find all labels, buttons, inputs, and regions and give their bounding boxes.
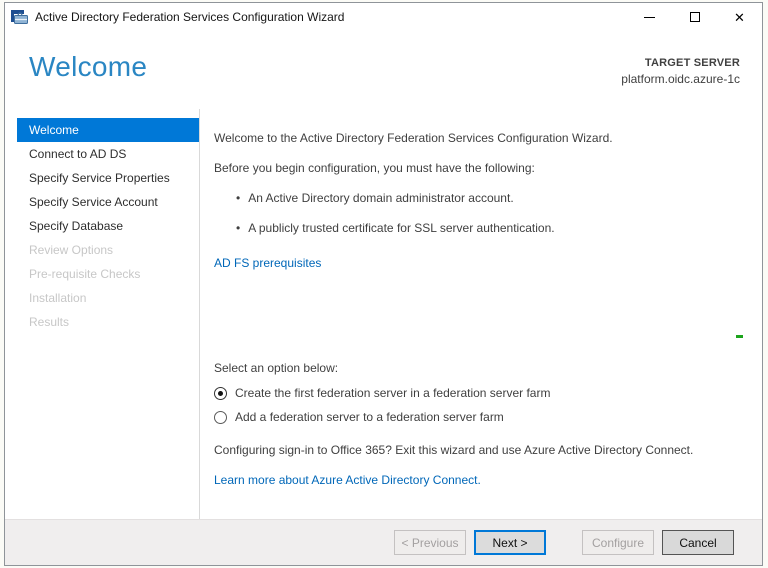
target-server-value: platform.oidc.azure-1c [621,72,740,86]
sidebar-item-specify-database[interactable]: Specify Database [17,214,199,238]
sidebar-item-specify-service-account[interactable]: Specify Service Account [17,190,199,214]
sidebar-item-specify-service-properties[interactable]: Specify Service Properties [17,166,199,190]
bullet-icon: • [236,221,241,235]
radio-checked-icon[interactable] [214,386,227,400]
learn-more-azure-ad-connect-link[interactable]: Learn more about Azure Active Directory … [214,473,481,487]
intro-text: Welcome to the Active Directory Federati… [214,131,613,145]
target-server-label: TARGET SERVER [644,57,740,69]
maximize-icon [689,12,700,22]
bullet-item: • A publicly trusted certificate for SSL… [214,221,736,236]
bullet-text: An Active Directory domain administrator… [248,191,514,205]
wizard-window: Active Directory Federation Services Con… [4,2,763,566]
radio-unchecked-icon[interactable] [214,410,227,424]
server-manager-icon [11,10,28,24]
page-title: Welcome [29,51,148,82]
configure-button: Configure [582,530,654,555]
wizard-footer: < Previous Next > Configure Cancel [5,519,762,565]
target-server-block: TARGET SERVER platform.oidc.azure-1c [621,57,740,86]
adfs-prerequisites-link[interactable]: AD FS prerequisites [214,256,321,271]
cancel-button[interactable]: Cancel [662,530,734,555]
sidebar-item-installation: Installation [29,291,87,305]
radio-label: Add a federation server to a federation … [235,409,504,424]
requirements-intro-text: Before you begin configuration, you must… [214,161,535,175]
wizard-main: Welcome Connect to AD DS Specify Service… [5,109,762,519]
bullet-item: • An Active Directory domain administrat… [214,191,736,206]
maximize-button[interactable] [672,3,717,31]
window-controls: ✕ [627,3,762,31]
select-option-label: Select an option below: [214,361,339,375]
screen-artifact [736,335,743,338]
sidebar-item-pre-requisite-checks: Pre-requisite Checks [29,267,141,281]
wizard-content: Welcome to the Active Directory Federati… [200,109,762,519]
radio-label: Create the first federation server in a … [235,385,551,400]
bullet-text: A publicly trusted certificate for SSL s… [248,221,555,235]
option-create-first-federation-server[interactable]: Create the first federation server in a … [214,385,736,401]
office365-note: Configuring sign-in to Office 365? Exit … [214,443,694,457]
sidebar-item-welcome[interactable]: Welcome [17,118,199,142]
next-button[interactable]: Next > [474,530,546,555]
sidebar-item-review-options: Review Options [29,243,114,257]
option-add-federation-server[interactable]: Add a federation server to a federation … [214,409,736,425]
titlebar[interactable]: Active Directory Federation Services Con… [5,3,762,31]
minimize-icon [644,16,655,18]
sidebar-item-results: Results [29,315,70,329]
wizard-header: Welcome TARGET SERVER platform.oidc.azur… [5,31,762,109]
close-button[interactable]: ✕ [717,3,762,31]
wizard-steps-sidebar: Welcome Connect to AD DS Specify Service… [5,109,200,519]
window-title: Active Directory Federation Services Con… [35,10,345,24]
previous-button: < Previous [394,530,466,555]
sidebar-item-connect-to-ad-ds[interactable]: Connect to AD DS [17,142,199,166]
bullet-icon: • [236,191,241,205]
close-icon: ✕ [734,9,745,25]
minimize-button[interactable] [627,3,672,31]
